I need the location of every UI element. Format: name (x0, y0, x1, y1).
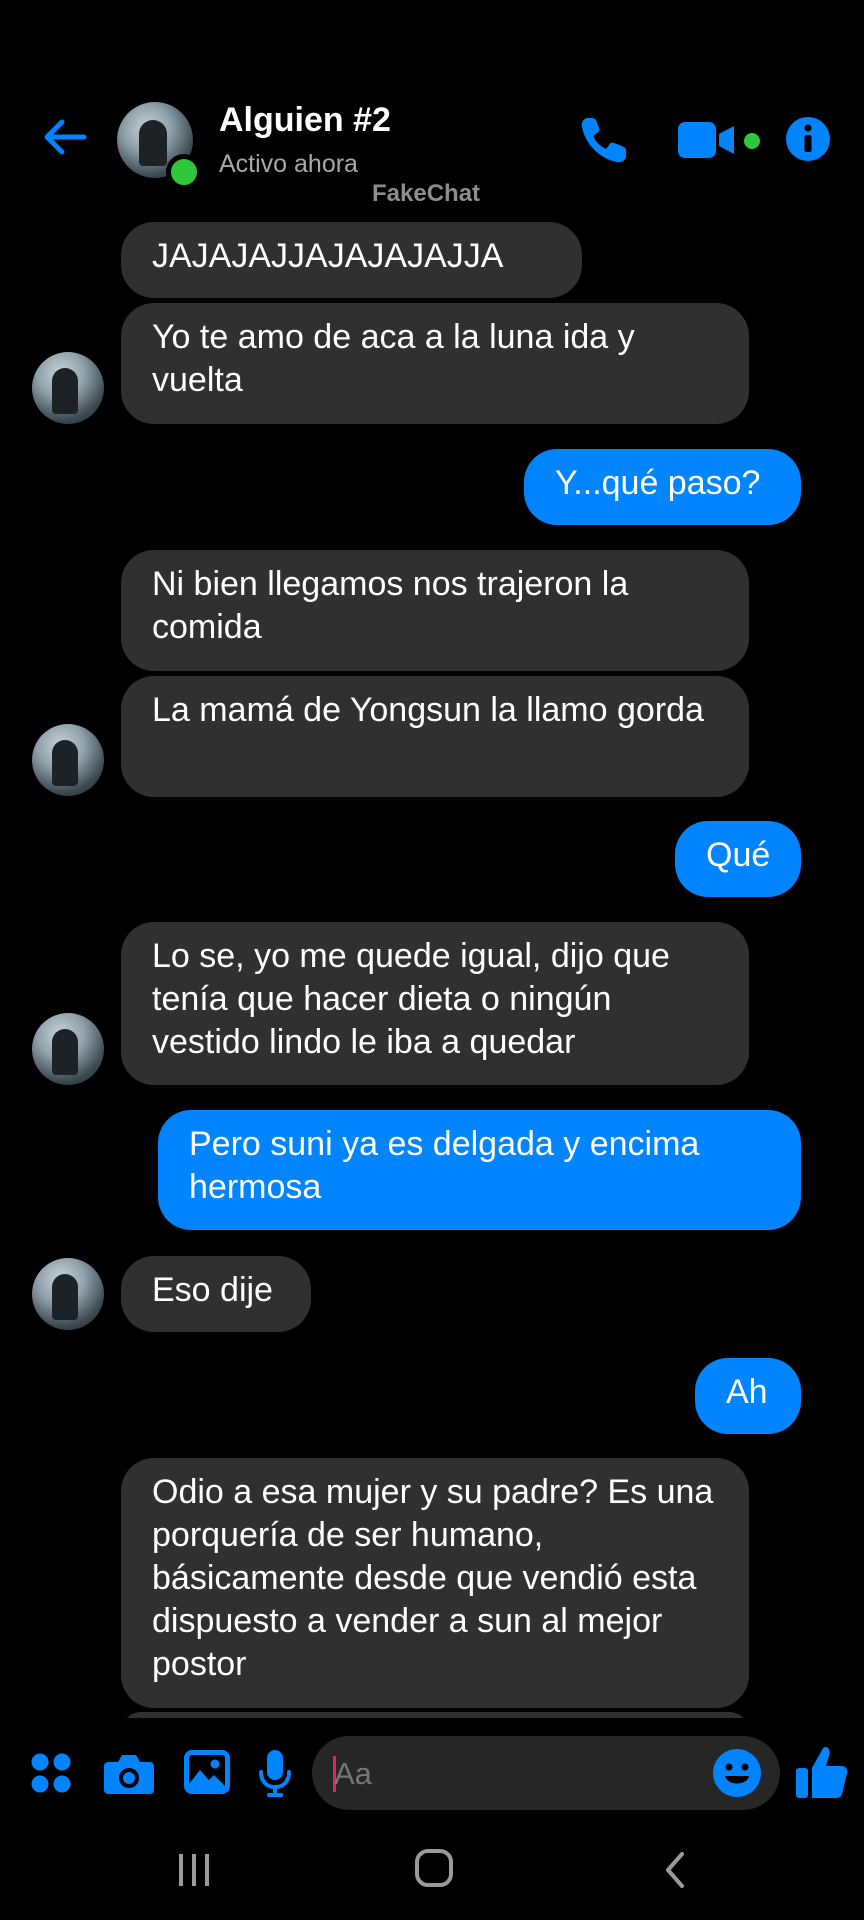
message-bubble-outgoing[interactable]: Ah (695, 1358, 801, 1434)
sender-avatar[interactable] (32, 1013, 104, 1085)
message-bubble-incoming[interactable]: JAJAJAJJAJAJAJAJJA (121, 222, 582, 298)
microphone-icon[interactable] (258, 1748, 292, 1798)
camera-icon[interactable] (104, 1750, 154, 1796)
video-camera-icon[interactable] (678, 118, 738, 162)
contact-status: Activo ahora (219, 150, 358, 178)
back-arrow-icon[interactable] (40, 112, 90, 162)
phone-icon[interactable] (578, 114, 630, 166)
message-bubble-incoming[interactable]: La mamá de Yongsun la llamo gorda (121, 676, 749, 797)
sender-avatar[interactable] (32, 724, 104, 796)
message-bubble-incoming[interactable]: Odio a esa mujer y su padre? Es una porq… (121, 1458, 749, 1708)
message-input-box[interactable] (312, 1736, 780, 1812)
info-icon[interactable] (785, 116, 831, 162)
message-input[interactable] (332, 1736, 676, 1812)
sender-avatar[interactable] (32, 352, 104, 424)
online-indicator (166, 154, 202, 190)
chat-header: Alguien #2 Activo ahora FakeChat (0, 0, 864, 210)
message-bubble-outgoing[interactable]: Y...qué paso? (524, 449, 801, 525)
message-bubble-outgoing[interactable]: Qué (675, 821, 801, 897)
message-bubble-incoming[interactable]: Eso dije (121, 1256, 311, 1332)
message-bubble-incoming[interactable]: Ni bien llegamos nos trajeron la comida (121, 550, 749, 671)
contact-name[interactable]: Alguien #2 (219, 101, 391, 140)
watermark: FakeChat (372, 180, 481, 207)
apps-icon[interactable] (30, 1752, 72, 1794)
video-active-dot (744, 133, 760, 149)
thumbs-up-icon[interactable] (796, 1744, 848, 1800)
emoji-icon[interactable] (712, 1748, 762, 1798)
home-icon[interactable] (414, 1848, 454, 1888)
message-bubble-incoming[interactable]: Yo te amo de aca a la luna ida y vuelta (121, 303, 749, 424)
sender-avatar[interactable] (32, 1258, 104, 1330)
recent-apps-icon[interactable] (176, 1850, 212, 1890)
message-bubble-incoming[interactable]: Lo se, yo me quede igual, dijo que tenía… (121, 922, 749, 1085)
system-back-icon[interactable] (660, 1850, 690, 1890)
message-bubble-outgoing[interactable]: Pero suni ya es delgada y encima hermosa (158, 1110, 801, 1230)
image-icon[interactable] (182, 1748, 232, 1796)
